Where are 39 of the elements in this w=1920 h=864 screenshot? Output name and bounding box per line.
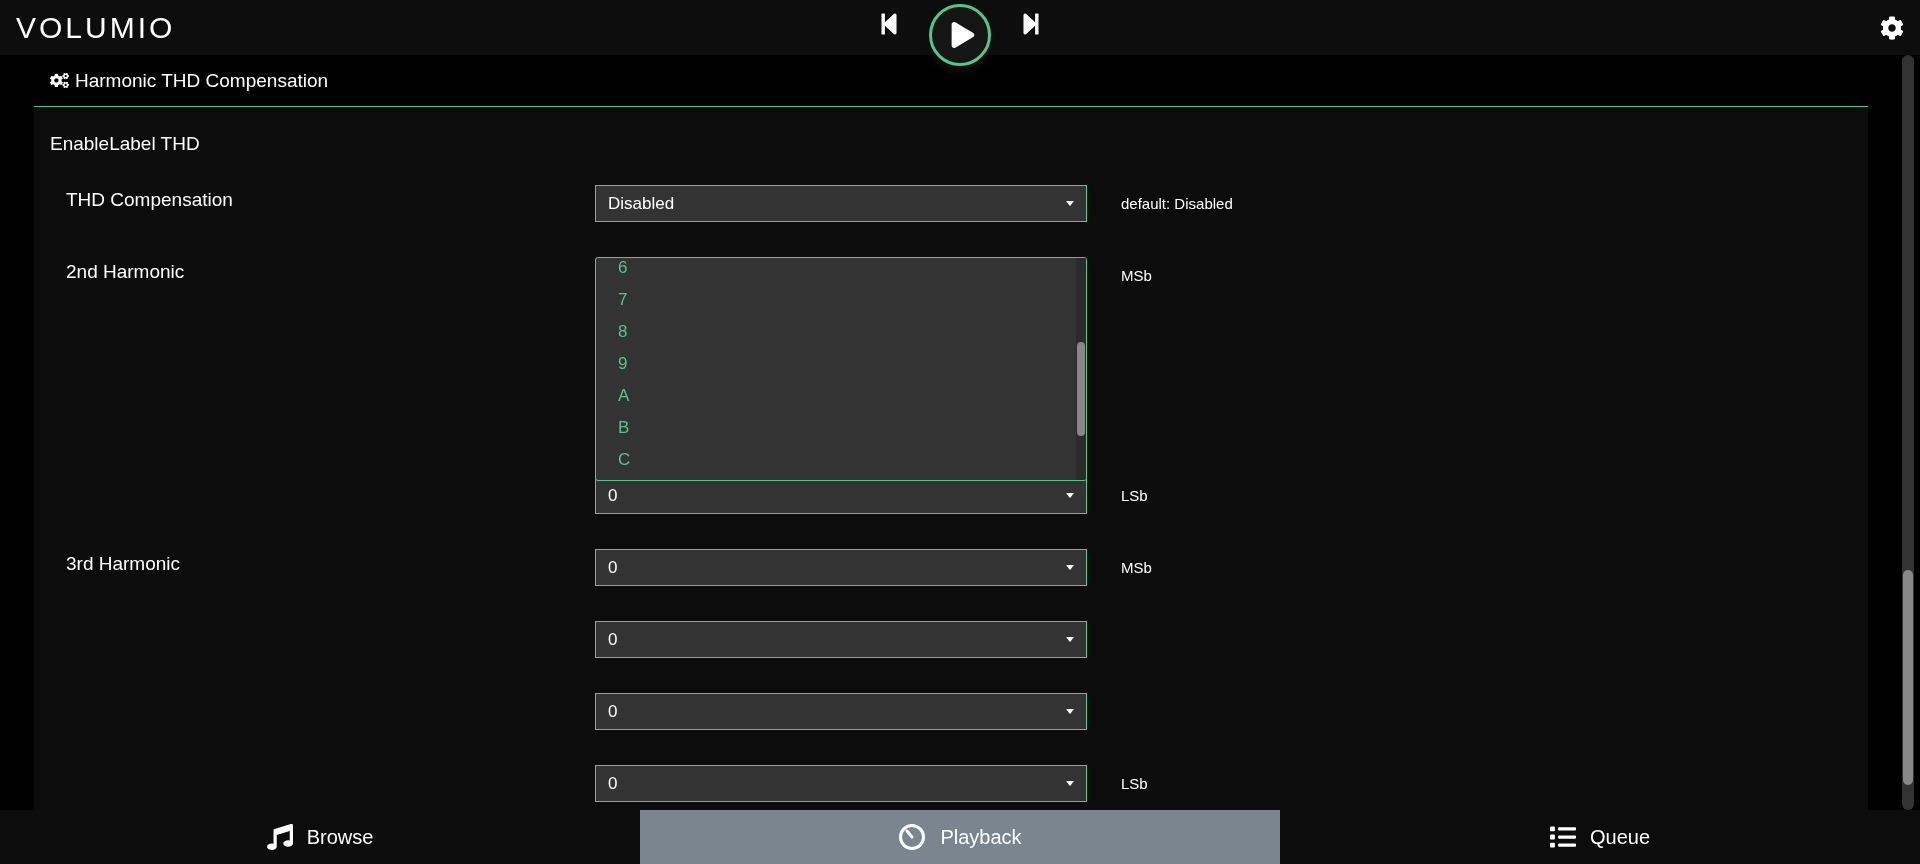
dropdown-option[interactable]: B — [596, 412, 1076, 444]
logo: VOLUMIO — [16, 10, 176, 45]
dropdown-select[interactable]: 0 — [595, 549, 1087, 586]
section-title: Harmonic THD Compensation — [75, 69, 329, 92]
settings-icon — [1880, 15, 1904, 40]
setting-note: LSb — [1121, 486, 1148, 506]
caret-icon — [1066, 565, 1074, 570]
caret-icon — [1066, 493, 1074, 498]
list-scrollbar[interactable] — [1076, 258, 1086, 480]
dropdown-select[interactable]: 0 — [595, 621, 1087, 658]
nav-tab[interactable]: Playback — [640, 810, 1280, 864]
list-icon — [1549, 824, 1576, 850]
setting-label: 3rd Harmonic — [66, 552, 182, 575]
dial-icon — [898, 823, 927, 851]
dropdown-option[interactable]: 7 — [596, 284, 1076, 316]
dropdown-option[interactable]: 9 — [596, 348, 1076, 380]
setting-note: default: Disabled — [1121, 194, 1233, 214]
group-title: EnableLabel THD — [50, 133, 201, 155]
dropdown-select[interactable]: Disabled — [595, 185, 1087, 222]
dropdown-option[interactable]: C — [596, 444, 1076, 476]
dropdown-select[interactable]: 0 — [595, 693, 1087, 730]
play-icon — [949, 22, 976, 48]
setting-label: 2nd Harmonic — [66, 260, 186, 283]
setting-note: MSb — [1121, 558, 1152, 578]
setting-label: THD Compensation — [66, 188, 234, 211]
caret-icon — [1066, 709, 1074, 714]
setting-note: MSb — [1121, 266, 1152, 286]
dropdown-option[interactable]: 6 — [596, 258, 1076, 284]
setting-note: LSb — [1121, 774, 1148, 794]
page-scrollbar[interactable] — [1902, 55, 1914, 810]
dropdown-select[interactable]: 0 — [595, 765, 1087, 802]
gears-icon — [50, 71, 69, 90]
settings-button[interactable] — [1880, 15, 1904, 40]
caret-icon — [1066, 201, 1074, 206]
caret-icon — [1066, 637, 1074, 642]
dropdown-option[interactable]: A — [596, 380, 1076, 412]
caret-icon — [1066, 781, 1074, 786]
music-note-icon — [266, 824, 293, 850]
dropdown-option[interactable]: 8 — [596, 316, 1076, 348]
